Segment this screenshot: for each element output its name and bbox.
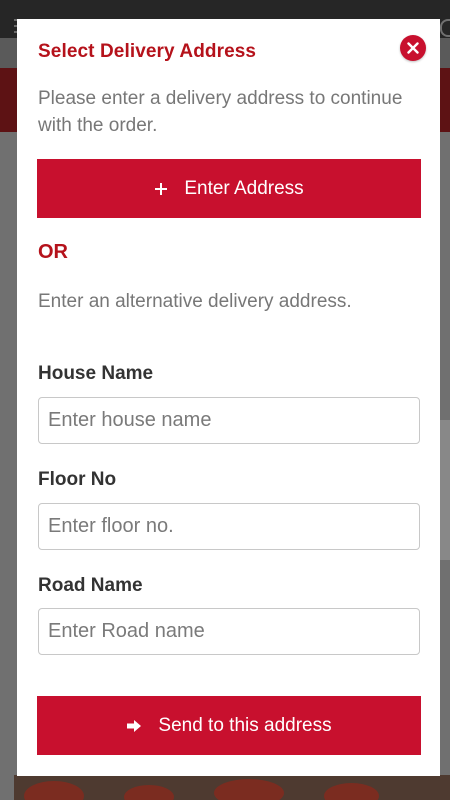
house-name-input[interactable] <box>38 397 420 444</box>
arrow-right-icon <box>126 719 142 733</box>
floor-no-input[interactable] <box>38 503 420 550</box>
send-to-address-button[interactable]: Send to this address <box>37 696 421 755</box>
enter-address-label: Enter Address <box>184 177 304 199</box>
road-name-input[interactable] <box>38 608 420 655</box>
intro-text: Please enter a delivery address to conti… <box>38 88 403 136</box>
alternative-address-text: Enter an alternative delivery address. <box>38 291 352 312</box>
close-icon <box>407 42 419 54</box>
send-to-address-label: Send to this address <box>158 714 332 736</box>
delivery-address-modal: Select Delivery Address Please enter a d… <box>17 19 440 776</box>
enter-address-button[interactable]: Enter Address <box>37 159 421 218</box>
or-label: OR <box>38 241 68 263</box>
cart-icon <box>440 19 450 37</box>
pizza-image <box>14 775 450 800</box>
modal-title: Select Delivery Address <box>38 41 257 62</box>
floor-no-label: Floor No <box>38 469 117 490</box>
plus-icon <box>154 182 168 196</box>
content-edge <box>440 420 450 560</box>
road-name-label: Road Name <box>38 575 143 596</box>
close-button[interactable] <box>400 35 426 61</box>
house-name-label: House Name <box>38 363 154 384</box>
